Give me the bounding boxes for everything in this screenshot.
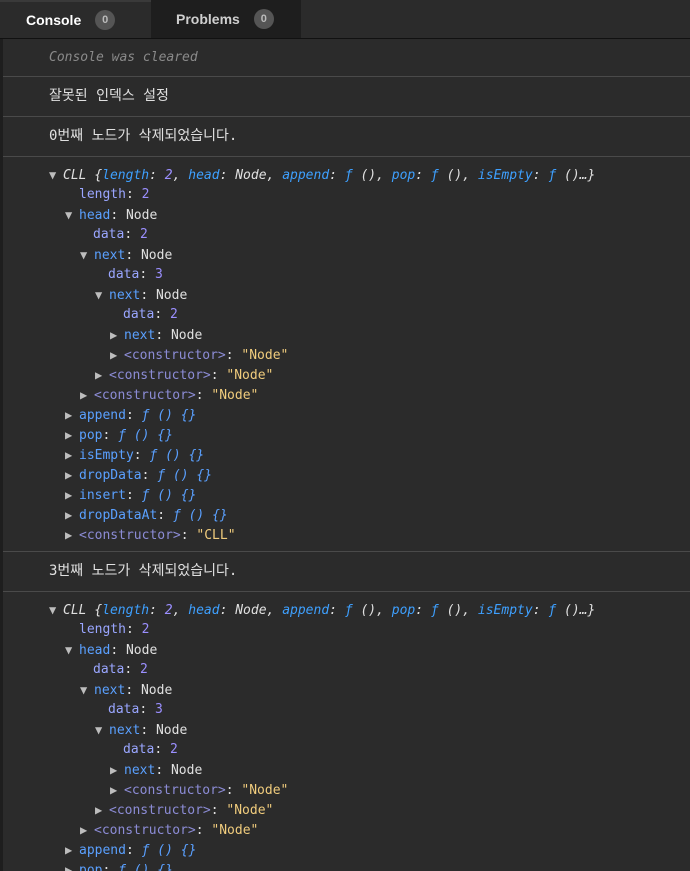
- object-summary-row[interactable]: ▼ CLL {length: 2, head: Node, append: ƒ (…: [49, 165, 690, 185]
- collapse-triangle-icon[interactable]: ▶: [80, 820, 94, 840]
- tree-row-method[interactable]: ▶ dropData: ƒ () {}: [49, 465, 690, 485]
- tree-row-next[interactable]: ▼ next: Node: [49, 680, 690, 700]
- collapse-triangle-icon[interactable]: ▶: [65, 505, 79, 525]
- panel-tabbar: Console 0 Problems 0: [0, 0, 690, 39]
- tree-row-next[interactable]: ▼ next: Node: [49, 245, 690, 265]
- collapse-triangle-icon[interactable]: ▶: [65, 465, 79, 485]
- collapse-triangle-icon[interactable]: ▶: [110, 760, 124, 780]
- tree-row-method[interactable]: ▶ dropDataAt: ƒ () {}: [49, 505, 690, 525]
- tree-row-next[interactable]: ▼ next: Node: [49, 285, 690, 305]
- console-log-message: 3번째 노드가 삭제되었습니다.: [3, 552, 690, 592]
- collapse-triangle-icon[interactable]: ▶: [65, 425, 79, 445]
- collapse-triangle-icon[interactable]: ▶: [110, 780, 124, 800]
- collapse-triangle-icon[interactable]: ▶: [80, 385, 94, 405]
- tab-problems[interactable]: Problems 0: [151, 0, 301, 38]
- tree-row-head[interactable]: ▼ head: Node: [49, 640, 690, 660]
- tree-row-data: data: 3: [108, 702, 163, 717]
- expand-triangle-icon[interactable]: ▼: [80, 245, 94, 265]
- console-object-log: ▼ CLL {length: 2, head: Node, append: ƒ (…: [3, 157, 690, 552]
- tree-row-constructor[interactable]: ▶ <constructor>: "Node": [49, 365, 690, 385]
- console-object-log: ▼ CLL {length: 2, head: Node, append: ƒ (…: [3, 592, 690, 871]
- tree-row-constructor[interactable]: ▶ <constructor>: "Node": [49, 385, 690, 405]
- collapse-triangle-icon[interactable]: ▶: [95, 365, 109, 385]
- tree-row-method[interactable]: ▶ pop: ƒ () {}: [49, 425, 690, 445]
- console-count-badge: 0: [95, 10, 116, 30]
- tree-row-next[interactable]: ▶ next: Node: [49, 325, 690, 345]
- tree-row-method[interactable]: ▶ append: ƒ () {}: [49, 405, 690, 425]
- tree-row-data: data: 2: [123, 307, 178, 322]
- tab-console-label: Console: [26, 12, 82, 28]
- console-log-message: 0번째 노드가 삭제되었습니다.: [3, 117, 690, 157]
- tree-row-constructor[interactable]: ▶ <constructor>: "Node": [49, 345, 690, 365]
- expand-triangle-icon[interactable]: ▼: [95, 720, 109, 740]
- expand-triangle-icon[interactable]: ▼: [65, 205, 79, 225]
- tree-row-constructor[interactable]: ▶ <constructor>: "Node": [49, 780, 690, 800]
- tree-row-data: data: 2: [93, 227, 148, 242]
- tree-row-method[interactable]: ▶ pop: ƒ () {}: [49, 860, 690, 871]
- collapse-triangle-icon[interactable]: ▶: [65, 525, 79, 545]
- tree-row-method[interactable]: ▶ insert: ƒ () {}: [49, 485, 690, 505]
- object-summary-row[interactable]: ▼ CLL {length: 2, head: Node, append: ƒ (…: [49, 600, 690, 620]
- collapse-triangle-icon[interactable]: ▶: [110, 325, 124, 345]
- tree-row-method[interactable]: ▶ isEmpty: ƒ () {}: [49, 445, 690, 465]
- console-output[interactable]: Console was cleared 잘못된 인덱스 설정 0번째 노드가 삭…: [3, 39, 690, 871]
- tabbar-filler: [301, 0, 690, 38]
- collapse-triangle-icon[interactable]: ▶: [110, 345, 124, 365]
- tab-problems-label: Problems: [176, 11, 240, 27]
- expand-triangle-icon[interactable]: ▼: [49, 165, 63, 185]
- tree-row-data: data: 3: [108, 267, 163, 282]
- problems-count-badge: 0: [253, 9, 274, 29]
- tree-row-next[interactable]: ▶ next: Node: [49, 760, 690, 780]
- tree-row-constructor[interactable]: ▶ <constructor>: "Node": [49, 800, 690, 820]
- tree-row-constructor[interactable]: ▶ <constructor>: "Node": [49, 820, 690, 840]
- expand-triangle-icon[interactable]: ▼: [65, 640, 79, 660]
- console-log-message: 잘못된 인덱스 설정: [3, 77, 690, 117]
- tree-row-head[interactable]: ▼ head: Node: [49, 205, 690, 225]
- tree-row-constructor[interactable]: ▶ <constructor>: "CLL": [49, 525, 690, 545]
- collapse-triangle-icon[interactable]: ▶: [65, 840, 79, 860]
- collapse-triangle-icon[interactable]: ▶: [65, 445, 79, 465]
- tree-row-length: length: 2: [79, 622, 150, 637]
- tab-console[interactable]: Console 0: [0, 0, 151, 38]
- expand-triangle-icon[interactable]: ▼: [80, 680, 94, 700]
- expand-triangle-icon[interactable]: ▼: [49, 600, 63, 620]
- tree-row-next[interactable]: ▼ next: Node: [49, 720, 690, 740]
- collapse-triangle-icon[interactable]: ▶: [65, 860, 79, 871]
- console-cleared-message: Console was cleared: [3, 39, 690, 77]
- tree-row-length: length: 2: [79, 187, 150, 202]
- tree-row-data: data: 2: [93, 662, 148, 677]
- collapse-triangle-icon[interactable]: ▶: [65, 405, 79, 425]
- collapse-triangle-icon[interactable]: ▶: [65, 485, 79, 505]
- tree-row-method[interactable]: ▶ append: ƒ () {}: [49, 840, 690, 860]
- expand-triangle-icon[interactable]: ▼: [95, 285, 109, 305]
- tree-row-data: data: 2: [123, 742, 178, 757]
- collapse-triangle-icon[interactable]: ▶: [95, 800, 109, 820]
